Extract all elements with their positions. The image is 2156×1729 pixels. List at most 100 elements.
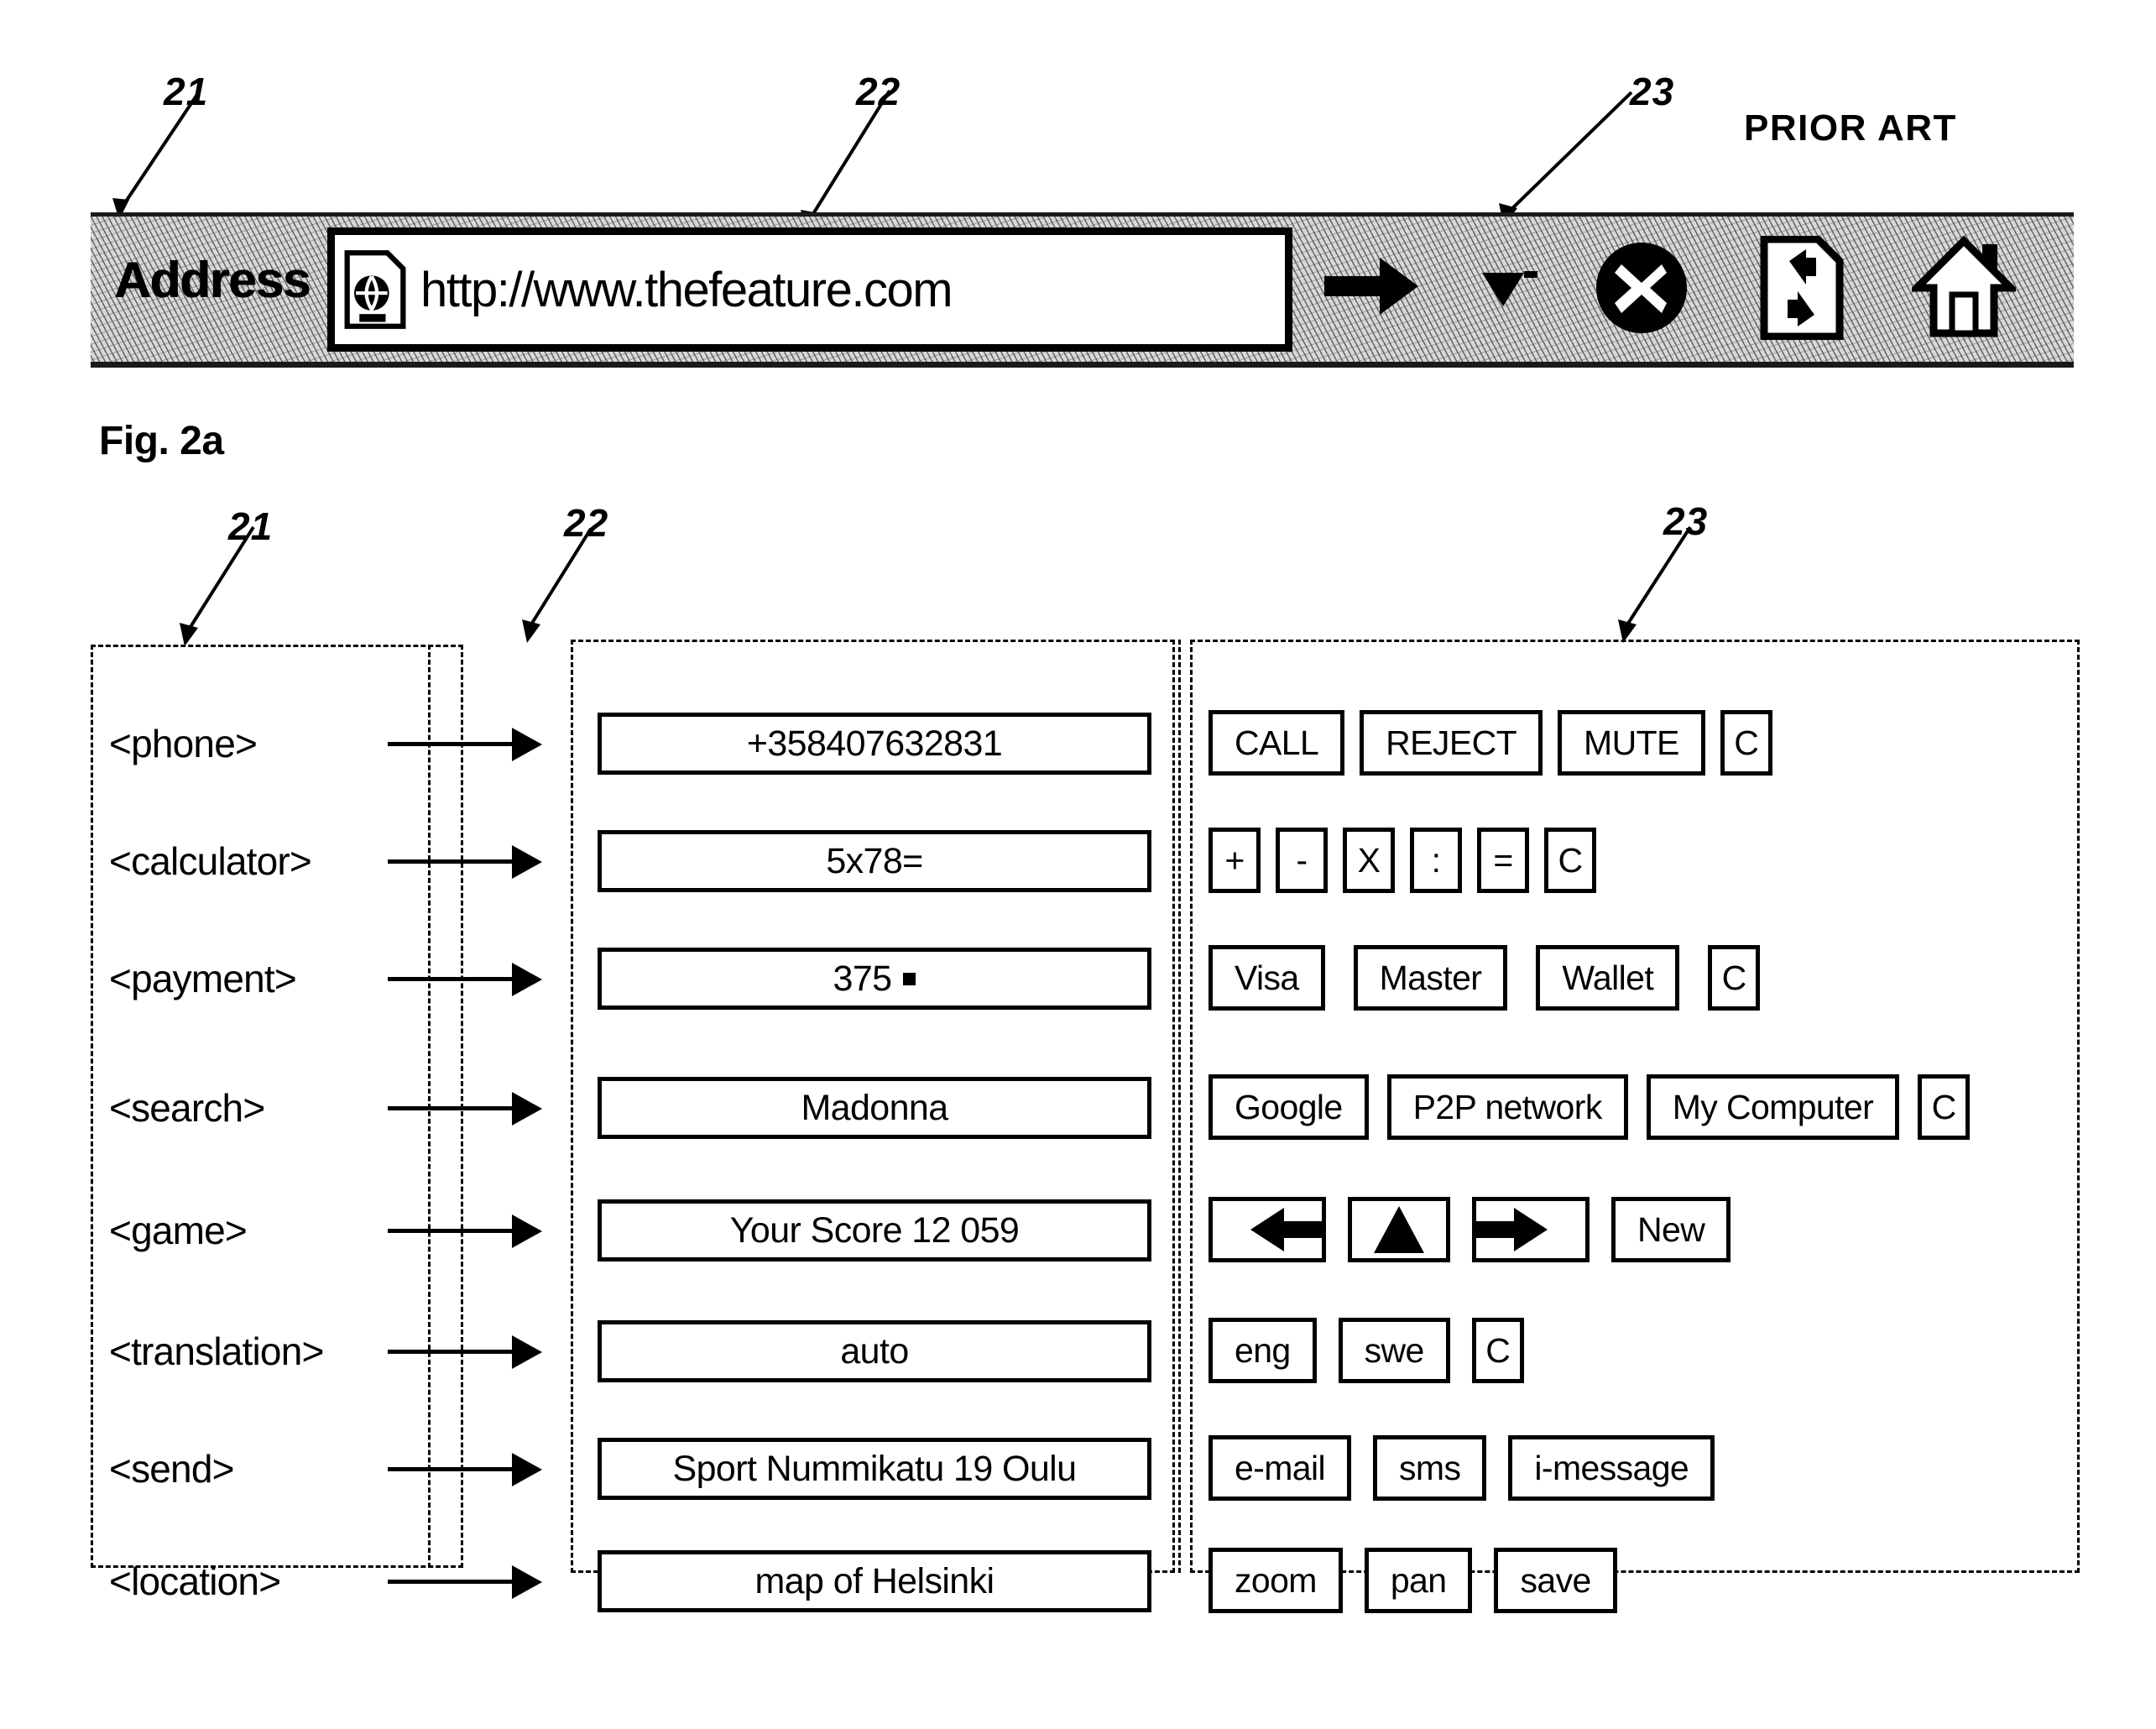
flow-arrow-line [388, 977, 515, 981]
row-send: <send> Sport Nummikatu 19 Oulu e-mail sm… [0, 1429, 2156, 1509]
field-value-game: Your Score 12 059 [729, 1209, 1020, 1251]
move-up-button[interactable] [1348, 1197, 1450, 1262]
buttons-send: e-mail sms i-message [1209, 1435, 1715, 1501]
flow-arrow-line [388, 1580, 515, 1584]
flow-arrow-line [388, 1106, 515, 1110]
clear-button-search[interactable]: C [1918, 1074, 1971, 1140]
clear-button-translation[interactable]: C [1471, 1318, 1524, 1383]
tag-label-game: <game> [109, 1209, 248, 1252]
flow-arrow-head [512, 728, 542, 761]
row-translation: <translation> auto eng swe C [0, 1311, 2156, 1392]
lang-eng-button[interactable]: eng [1209, 1318, 1317, 1383]
leader-line-22-diagram [522, 527, 593, 643]
chevron-down-icon[interactable] [1477, 261, 1539, 342]
document-globe-icon [338, 248, 412, 332]
leader-line-21-diagram [180, 525, 255, 646]
flow-arrow-line [388, 1467, 515, 1471]
lang-swe-button[interactable]: swe [1338, 1318, 1450, 1383]
flow-arrow-line [388, 859, 515, 864]
minus-button[interactable]: - [1276, 828, 1328, 893]
buttons-calculator: + - X : = C [1209, 828, 1596, 893]
row-payment: <payment> 375 Visa Master Wallet C [0, 938, 2156, 1019]
flow-arrow-head [512, 1092, 542, 1126]
move-left-button[interactable] [1209, 1197, 1326, 1262]
flow-arrow-line [388, 1229, 515, 1233]
field-value-translation: auto [840, 1330, 909, 1371]
zoom-button[interactable]: zoom [1209, 1548, 1343, 1613]
field-value-payment: 375 [833, 958, 893, 999]
buttons-search: Google P2P network My Computer C [1209, 1074, 1971, 1140]
arrow-right-icon [1474, 1208, 1548, 1251]
arrow-left-icon [1250, 1208, 1324, 1251]
reject-button[interactable]: REJECT [1360, 710, 1543, 776]
tag-label-translation: <translation> [109, 1329, 324, 1373]
address-bar-bottom-border [91, 362, 2074, 368]
buttons-location: zoom pan save [1209, 1548, 1617, 1613]
field-translation[interactable]: auto [598, 1320, 1151, 1382]
flow-arrow-head [512, 1453, 542, 1486]
flow-arrow-head [512, 1214, 542, 1248]
row-game: <game> Your Score 12 059 New [0, 1190, 2156, 1271]
field-location[interactable]: map of Helsinki [598, 1550, 1151, 1612]
flow-arrow-head [512, 845, 542, 879]
go-arrow-icon[interactable] [1323, 244, 1422, 328]
field-payment[interactable]: 375 [598, 948, 1151, 1010]
p2p-network-button[interactable]: P2P network [1386, 1074, 1628, 1140]
master-button[interactable]: Master [1353, 945, 1508, 1011]
tag-label-search: <search> [109, 1086, 265, 1130]
email-button[interactable]: e-mail [1209, 1435, 1352, 1501]
i-message-button[interactable]: i-message [1508, 1435, 1715, 1501]
tag-label-send: <send> [109, 1447, 234, 1491]
tag-label-payment: <payment> [109, 957, 297, 1000]
refresh-page-icon[interactable] [1759, 235, 1845, 341]
row-search: <search> Madonna Google P2P network My C… [0, 1068, 2156, 1148]
sms-button[interactable]: sms [1373, 1435, 1487, 1501]
flow-arrow-head [512, 1335, 542, 1369]
address-bar-top-border [91, 212, 2074, 217]
flow-arrow-head [512, 963, 542, 996]
tag-label-phone: <phone> [109, 722, 258, 765]
visa-button[interactable]: Visa [1209, 945, 1325, 1011]
field-value-search: Madonna [801, 1087, 948, 1128]
call-button[interactable]: CALL [1209, 710, 1345, 776]
new-game-button[interactable]: New [1611, 1197, 1731, 1262]
buttons-phone: CALL REJECT MUTE C [1209, 710, 1772, 776]
pan-button[interactable]: pan [1364, 1548, 1473, 1613]
flow-arrow-line [388, 742, 515, 746]
row-phone: <phone> +358407632831 CALL REJECT MUTE C [0, 703, 2156, 784]
plus-button[interactable]: + [1209, 828, 1261, 893]
flow-arrow-head [512, 1565, 542, 1599]
row-location: <location> map of Helsinki zoom pan save [0, 1541, 2156, 1622]
google-button[interactable]: Google [1209, 1074, 1369, 1140]
field-value-location: map of Helsinki [754, 1560, 995, 1601]
buttons-translation: eng swe C [1209, 1318, 1524, 1383]
address-input[interactable]: http://www.thefeature.com [327, 227, 1292, 352]
clear-button-calculator[interactable]: C [1544, 828, 1596, 893]
buttons-game: New [1209, 1197, 1731, 1262]
wallet-button[interactable]: Wallet [1536, 945, 1680, 1011]
field-search[interactable]: Madonna [598, 1077, 1151, 1139]
browser-address-bar[interactable]: Address http://www.thefeature.com [91, 212, 2074, 368]
my-computer-button[interactable]: My Computer [1646, 1074, 1900, 1140]
field-send[interactable]: Sport Nummikatu 19 Oulu [598, 1438, 1151, 1500]
buttons-payment: Visa Master Wallet C [1209, 945, 1761, 1011]
arrow-up-icon [1374, 1206, 1424, 1253]
multiply-button[interactable]: X [1343, 828, 1395, 893]
mute-button[interactable]: MUTE [1558, 710, 1705, 776]
stop-circle-x-icon[interactable] [1593, 239, 1690, 337]
divide-button[interactable]: : [1410, 828, 1462, 893]
field-game[interactable]: Your Score 12 059 [598, 1199, 1151, 1261]
save-button[interactable]: save [1494, 1548, 1617, 1613]
prior-art-label: PRIOR ART [1744, 107, 1957, 149]
field-calculator[interactable]: 5x78= [598, 830, 1151, 892]
clear-button-phone[interactable]: C [1720, 710, 1772, 776]
field-phone[interactable]: +358407632831 [598, 713, 1151, 775]
clear-button-payment[interactable]: C [1708, 945, 1761, 1011]
tag-label-calculator: <calculator> [109, 839, 312, 883]
field-value-calculator: 5x78= [826, 840, 923, 881]
equals-button[interactable]: = [1477, 828, 1529, 893]
move-right-button[interactable] [1472, 1197, 1590, 1262]
tag-label-location: <location> [109, 1559, 281, 1603]
home-icon[interactable] [1908, 235, 2020, 338]
flow-arrow-line [388, 1350, 515, 1354]
